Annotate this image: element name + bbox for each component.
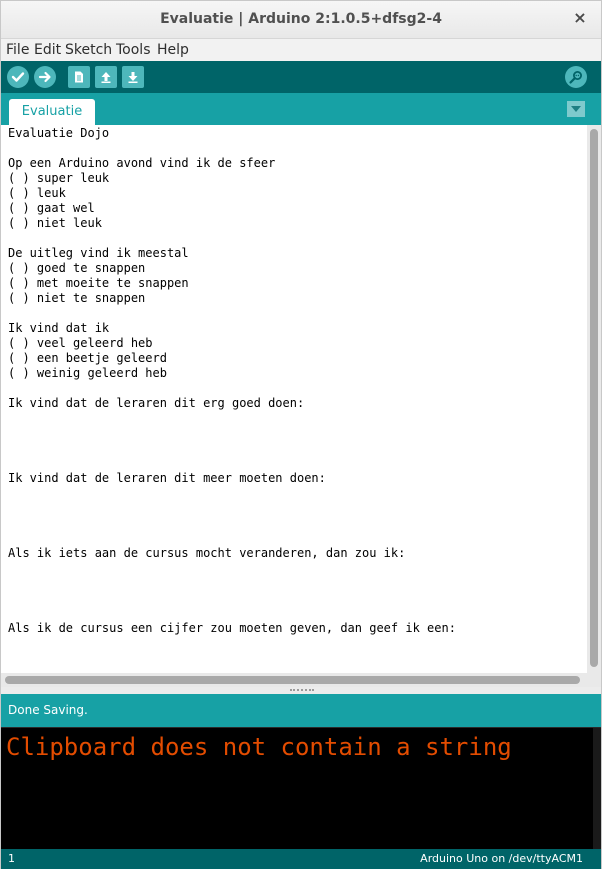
code-line[interactable]	[8, 576, 456, 591]
code-line[interactable]: Ik vind dat de leraren dit erg goed doen…	[8, 396, 456, 411]
save-icon	[128, 72, 138, 83]
menu-bar: File Edit Sketch Tools Help	[1, 40, 601, 61]
code-line[interactable]: Ik vind dat de leraren dit meer moeten d…	[8, 471, 456, 486]
code-line[interactable]	[8, 411, 456, 426]
upload-icon	[38, 71, 51, 83]
split-divider[interactable]	[1, 687, 601, 694]
code-line[interactable]: Evaluatie Dojo	[8, 126, 456, 141]
menu-tools[interactable]: Tools	[116, 42, 151, 58]
menu-sketch[interactable]: Sketch	[65, 42, 112, 58]
code-line[interactable]: ( ) niet te snappen	[8, 291, 456, 306]
code-line[interactable]: ( ) een beetje geleerd	[8, 351, 456, 366]
code-line[interactable]: Op een Arduino avond vind ik de sfeer	[8, 156, 456, 171]
code-line[interactable]: ( ) weinig geleerd heb	[8, 366, 456, 381]
title-bar: Evaluatie | Arduino 2:1.0.5+dfsg2-4 ×	[1, 1, 601, 39]
code-line[interactable]: ( ) leuk	[8, 186, 456, 201]
code-line[interactable]	[8, 141, 456, 156]
code-line[interactable]	[8, 381, 456, 396]
menu-help[interactable]: Help	[157, 42, 189, 58]
code-line[interactable]	[8, 591, 456, 606]
code-line[interactable]	[8, 516, 456, 531]
horizontal-scroll-thumb[interactable]	[5, 676, 580, 684]
code-editor[interactable]: Evaluatie Dojo Op een Arduino avond vind…	[1, 125, 601, 687]
chevron-down-icon	[571, 106, 581, 112]
code-line[interactable]	[8, 426, 456, 441]
code-line[interactable]: Als ik iets aan de cursus mocht verander…	[8, 546, 456, 561]
code-line[interactable]	[8, 606, 456, 621]
code-line[interactable]	[8, 531, 456, 546]
console-output: Clipboard does not contain a string	[1, 727, 601, 850]
code-line[interactable]: ( ) super leuk	[8, 171, 456, 186]
code-line[interactable]	[8, 501, 456, 516]
arduino-window: Evaluatie | Arduino 2:1.0.5+dfsg2-4 × Fi…	[0, 0, 602, 869]
board-port-info: Arduino Uno on /dev/ttyACM1	[420, 852, 583, 865]
vertical-scroll-thumb[interactable]	[590, 129, 598, 667]
divider-grip-icon	[290, 689, 314, 692]
code-line[interactable]: De uitleg vind ik meestal	[8, 246, 456, 261]
window-title: Evaluatie | Arduino 2:1.0.5+dfsg2-4	[160, 11, 442, 27]
menu-file[interactable]: File	[6, 42, 29, 58]
horizontal-scrollbar[interactable]	[1, 673, 587, 687]
code-line[interactable]: ( ) met moeite te snappen	[8, 276, 456, 291]
verify-icon	[11, 72, 25, 82]
code-line[interactable]	[8, 231, 456, 246]
code-line[interactable]	[8, 561, 456, 576]
verify-button[interactable]	[7, 66, 29, 88]
code-line[interactable]	[8, 441, 456, 456]
serial-monitor-button[interactable]	[565, 66, 587, 88]
line-number: 1	[8, 852, 15, 865]
tab-evaluatie[interactable]: Evaluatie	[9, 99, 95, 125]
code-line[interactable]: ( ) veel geleerd heb	[8, 336, 456, 351]
footer-bar: 1 Arduino Uno on /dev/ttyACM1	[1, 849, 601, 869]
code-line[interactable]: ( ) goed te snappen	[8, 261, 456, 276]
close-icon[interactable]: ×	[571, 9, 589, 27]
tab-menu-button[interactable]	[567, 101, 585, 117]
new-button[interactable]	[68, 66, 90, 88]
serial-monitor-icon	[569, 71, 582, 84]
scrollbar-corner	[587, 673, 601, 687]
code-line[interactable]: ( ) niet leuk	[8, 216, 456, 231]
menu-edit[interactable]: Edit	[34, 42, 61, 58]
status-message: Done Saving.	[8, 703, 88, 717]
console-message: Clipboard does not contain a string	[6, 733, 512, 761]
upload-button[interactable]	[34, 66, 56, 88]
vertical-scrollbar[interactable]	[587, 125, 601, 673]
code-line[interactable]: ( ) gaat wel	[8, 201, 456, 216]
tab-bar: Evaluatie	[1, 93, 601, 125]
console-scrollbar[interactable]	[593, 728, 601, 850]
open-icon	[101, 72, 111, 83]
code-line[interactable]	[8, 306, 456, 321]
save-button[interactable]	[122, 66, 144, 88]
code-line[interactable]: Ik vind dat ik	[8, 321, 456, 336]
code-line[interactable]	[8, 486, 456, 501]
open-button[interactable]	[95, 66, 117, 88]
code-text[interactable]: Evaluatie Dojo Op een Arduino avond vind…	[8, 126, 456, 636]
status-bar: Done Saving.	[1, 694, 601, 727]
new-icon	[75, 71, 83, 83]
code-line[interactable]: Als ik de cursus een cijfer zou moeten g…	[8, 621, 456, 636]
code-line[interactable]	[8, 456, 456, 471]
toolbar	[1, 61, 601, 93]
